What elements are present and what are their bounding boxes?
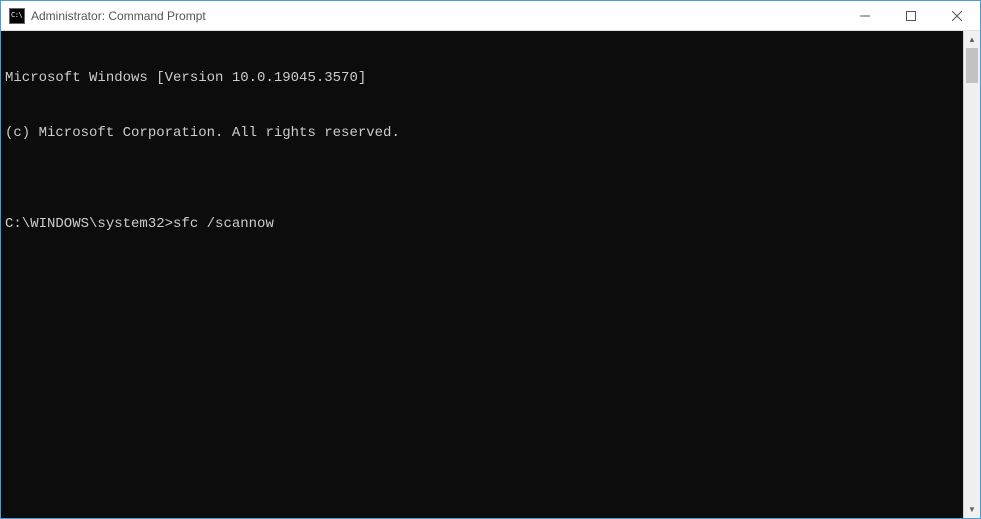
minimize-icon — [860, 11, 870, 21]
command-input[interactable]: sfc /scannow — [173, 215, 274, 233]
titlebar[interactable]: C:\ Administrator: Command Prompt — [1, 1, 980, 31]
copyright-line: (c) Microsoft Corporation. All rights re… — [5, 124, 959, 142]
close-icon — [952, 11, 962, 21]
prompt-line: C:\WINDOWS\system32>sfc /scannow — [5, 215, 959, 233]
prompt-path: C:\WINDOWS\system32> — [5, 215, 173, 233]
scroll-thumb[interactable] — [966, 48, 978, 83]
command-prompt-window: C:\ Administrator: Command Prompt — [0, 0, 981, 519]
chevron-up-icon: ▲ — [968, 35, 976, 44]
scroll-down-button[interactable]: ▼ — [964, 501, 980, 518]
terminal[interactable]: Microsoft Windows [Version 10.0.19045.35… — [1, 31, 963, 518]
cmd-icon: C:\ — [9, 8, 25, 24]
terminal-container: Microsoft Windows [Version 10.0.19045.35… — [1, 31, 980, 518]
minimize-button[interactable] — [842, 1, 888, 30]
window-title: Administrator: Command Prompt — [31, 9, 842, 23]
maximize-button[interactable] — [888, 1, 934, 30]
scroll-track[interactable] — [964, 48, 980, 501]
cmd-icon-text: C:\ — [11, 12, 22, 19]
chevron-down-icon: ▼ — [968, 505, 976, 514]
window-controls — [842, 1, 980, 30]
vertical-scrollbar[interactable]: ▲ ▼ — [963, 31, 980, 518]
close-button[interactable] — [934, 1, 980, 30]
scroll-up-button[interactable]: ▲ — [964, 31, 980, 48]
version-line: Microsoft Windows [Version 10.0.19045.35… — [5, 69, 959, 87]
maximize-icon — [906, 11, 916, 21]
